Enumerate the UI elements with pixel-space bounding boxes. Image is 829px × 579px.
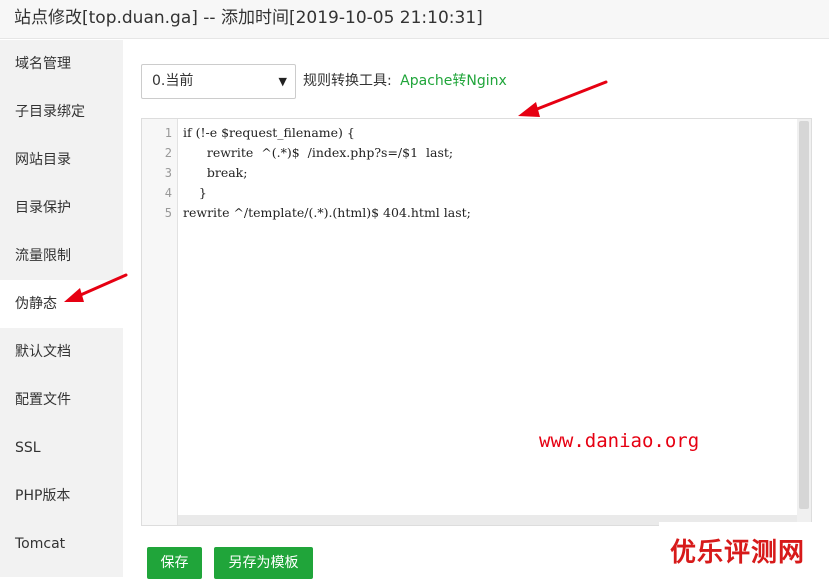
code-line: rewrite ^/template/(.*).(html)$ 404.html… [183, 205, 471, 220]
window-title: 站点修改[top.duan.ga] -- 添加时间[2019-10-05 21:… [0, 0, 829, 39]
save-as-template-button[interactable]: 另存为模板 [214, 547, 313, 579]
rule-convert-label: 规则转换工具: [303, 73, 392, 89]
line-number: 1 [164, 126, 172, 140]
code-line: break; [183, 165, 248, 180]
code-line: } [183, 185, 207, 200]
sidebar-item-config-file[interactable]: 配置文件 [0, 376, 123, 424]
select-value: 0.当前 [152, 73, 194, 89]
sidebar-nav: 域名管理 子目录绑定 网站目录 目录保护 流量限制 伪静态 默认文档 配置文件 … [0, 40, 123, 577]
sidebar-item-site-directory[interactable]: 网站目录 [0, 136, 123, 184]
code-line: rewrite ^(.*)$ /index.php?s=/$1 last; [183, 145, 454, 160]
sidebar-item-ssl[interactable]: SSL [0, 424, 123, 472]
watermark-url: www.daniao.org [539, 430, 700, 452]
sidebar-item-dir-protection[interactable]: 目录保护 [0, 184, 123, 232]
line-number-gutter: 1 2 3 4 5 [142, 119, 178, 525]
sidebar-item-domain[interactable]: 域名管理 [0, 40, 123, 88]
sidebar-item-rewrite[interactable]: 伪静态 [0, 280, 123, 328]
rewrite-panel: 0.当前 ▼ 规则转换工具: Apache转Nginx 1 2 3 4 5 if… [123, 40, 829, 579]
watermark-brand: 优乐评测网 [670, 538, 806, 568]
line-number: 3 [164, 166, 172, 180]
save-button[interactable]: 保存 [147, 547, 202, 579]
rule-convert-tool: 规则转换工具: Apache转Nginx [303, 64, 507, 99]
caret-down-icon: ▼ [278, 75, 287, 88]
code-area[interactable]: if (!-e $request_filename) { rewrite ^(.… [183, 119, 797, 223]
sidebar-item-subdir-binding[interactable]: 子目录绑定 [0, 88, 123, 136]
rewrite-code-editor[interactable]: 1 2 3 4 5 if (!-e $request_filename) { r… [141, 118, 812, 526]
sidebar-item-default-doc[interactable]: 默认文档 [0, 328, 123, 376]
sidebar-item-tomcat[interactable]: Tomcat [0, 520, 123, 568]
line-number: 4 [164, 186, 172, 200]
line-number: 5 [164, 206, 172, 220]
code-line: if (!-e $request_filename) { [183, 125, 355, 140]
rewrite-template-select[interactable]: 0.当前 ▼ [141, 64, 296, 99]
line-number: 2 [164, 146, 172, 160]
apache-to-nginx-link[interactable]: Apache转Nginx [400, 73, 507, 89]
vertical-scrollbar[interactable] [797, 119, 811, 525]
sidebar-item-traffic-limit[interactable]: 流量限制 [0, 232, 123, 280]
scrollbar-thumb[interactable] [799, 121, 809, 509]
sidebar-item-php-version[interactable]: PHP版本 [0, 472, 123, 520]
